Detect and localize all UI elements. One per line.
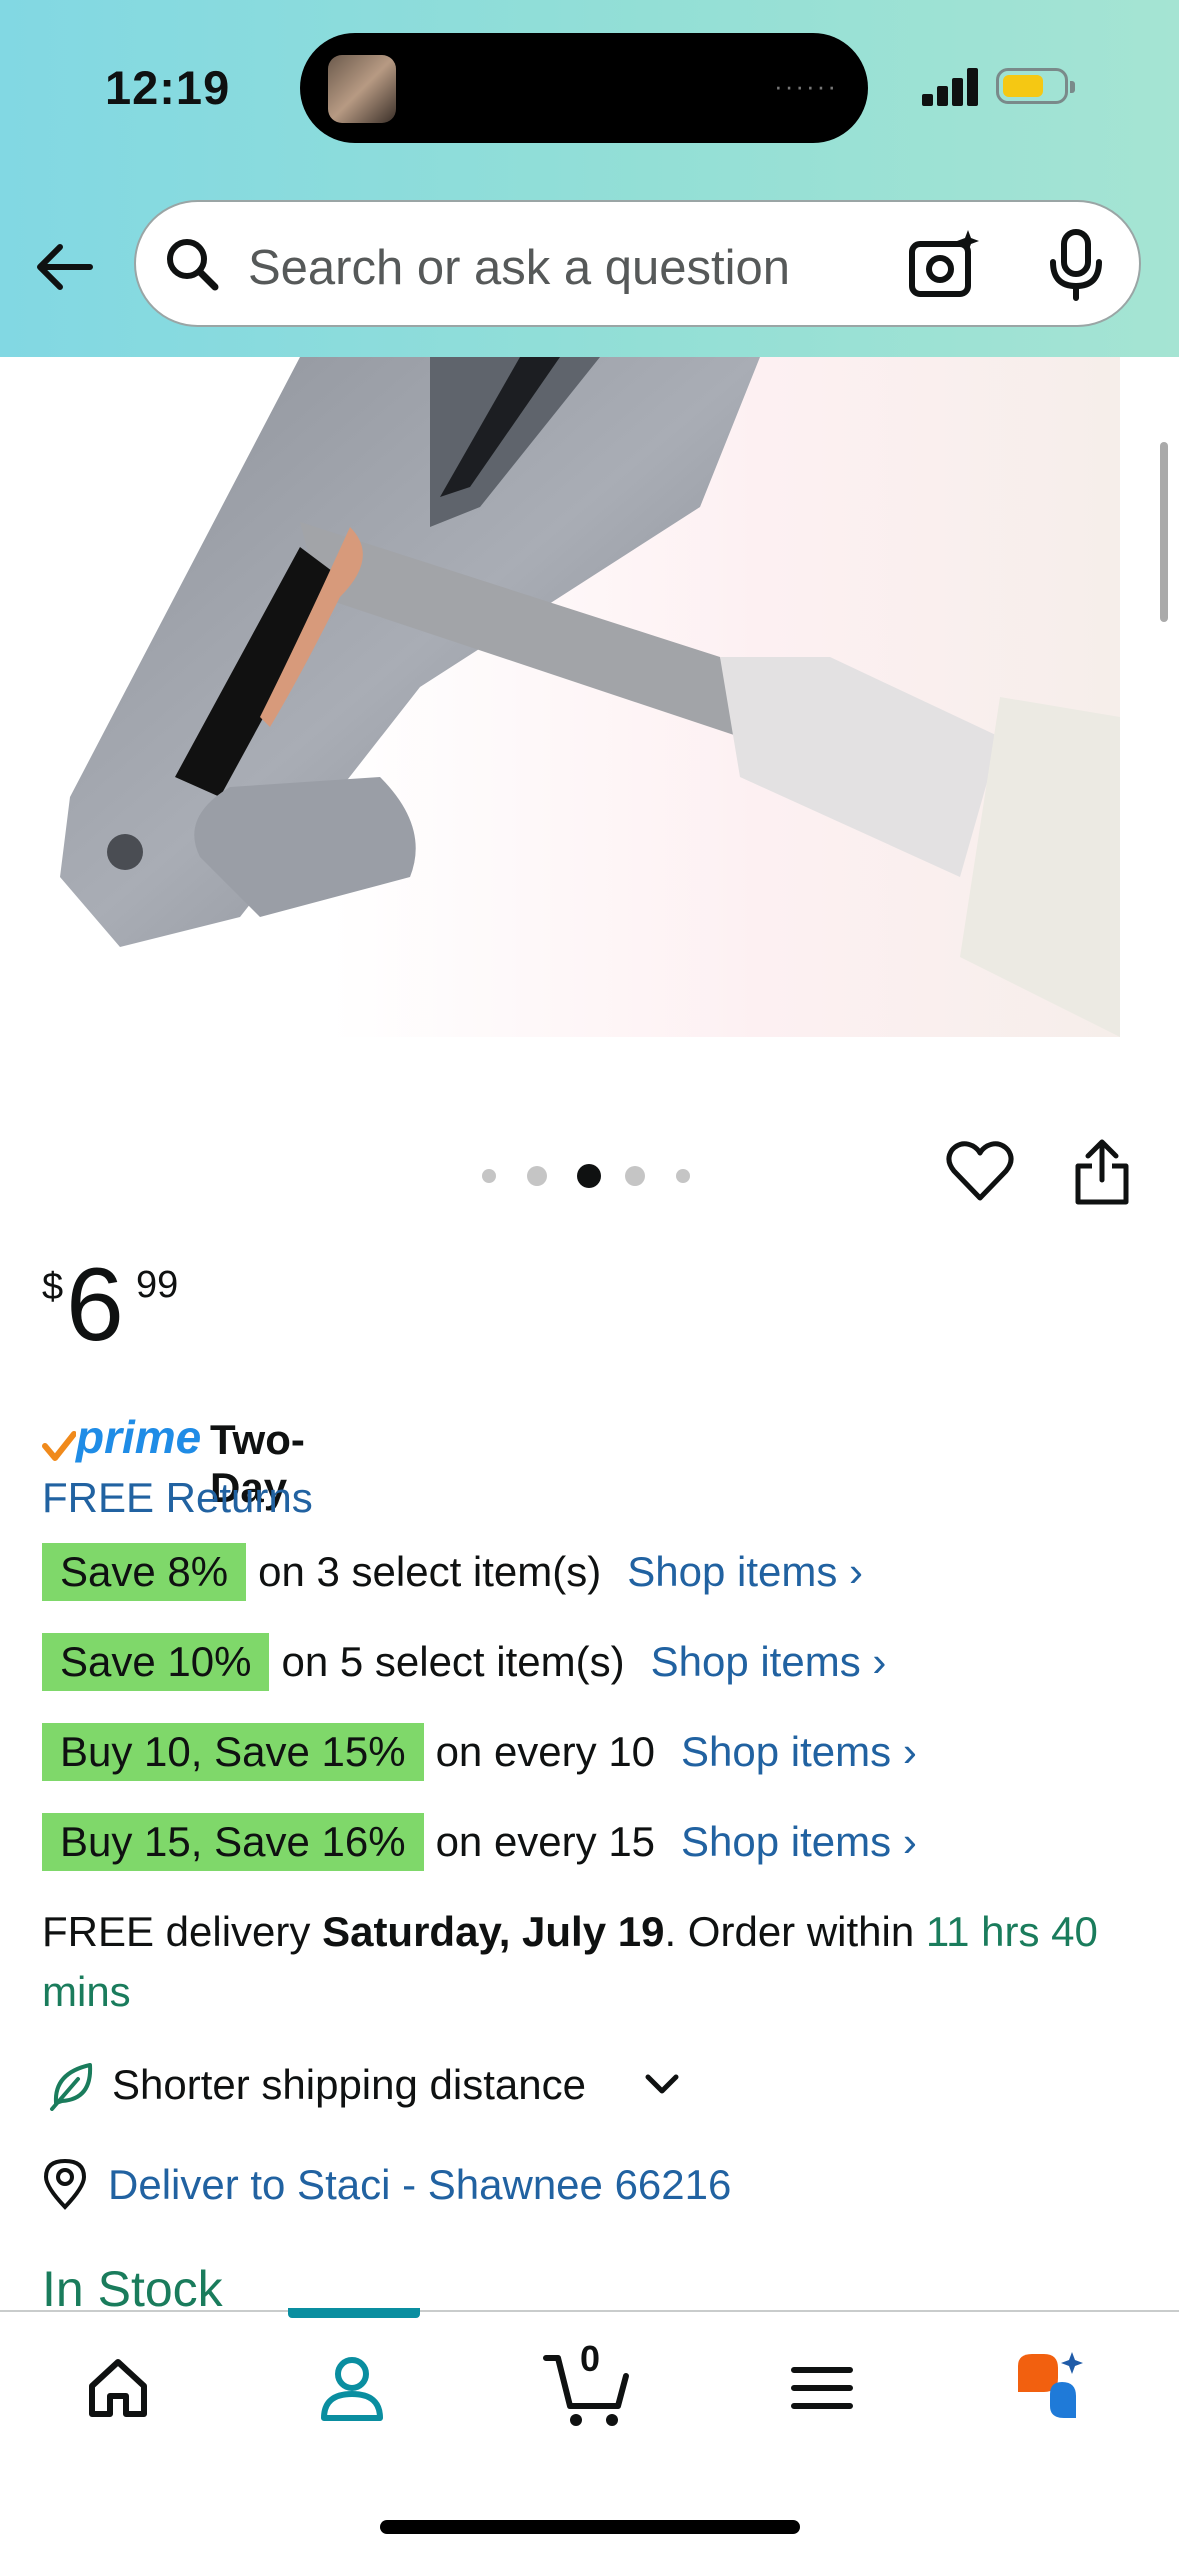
delivery-middle: . Order within [664, 1908, 926, 1955]
home-icon[interactable] [78, 2348, 158, 2428]
location-pin-icon [43, 2158, 87, 2210]
deal-row: Buy 15, Save 16% on every 15 Shop items › [42, 1813, 917, 1871]
deal-badge: Buy 15, Save 16% [42, 1813, 424, 1871]
pager-dot-active[interactable] [577, 1164, 601, 1188]
home-indicator[interactable] [380, 2520, 800, 2534]
deal-row: Save 10% on 5 select item(s) Shop items › [42, 1633, 886, 1691]
shipping-distance-label: Shorter shipping distance [112, 2061, 586, 2108]
price-currency: $ [42, 1266, 64, 1308]
delivery-date: Saturday, July 19 [322, 1908, 665, 1955]
deal-text: on every 10 [435, 1728, 656, 1775]
cellular-signal-icon [922, 68, 980, 106]
chevron-down-icon [645, 2074, 679, 2094]
heart-icon[interactable] [945, 1138, 1015, 1204]
free-returns-link[interactable]: FREE Returns [42, 1474, 313, 1522]
shop-items-link[interactable]: Shop items › [681, 1723, 917, 1781]
delivery-info: FREE delivery Saturday, July 19. Order w… [42, 1902, 1132, 2022]
stapler-remover-illustration [60, 357, 1120, 1037]
deliver-to-label: Deliver to Staci - Shawnee 66216 [108, 2161, 732, 2208]
deal-text: on 3 select item(s) [258, 1548, 602, 1595]
active-tab-indicator [288, 2308, 420, 2318]
deal-row: Save 8% on 3 select item(s) Shop items › [42, 1543, 863, 1601]
deal-text: on every 15 [435, 1818, 656, 1865]
search-bar[interactable]: Search or ask a question [134, 200, 1141, 327]
cart-button[interactable]: 0 [542, 2338, 642, 2428]
product-image[interactable] [0, 357, 1179, 1117]
price-fraction: 99 [136, 1264, 179, 1306]
shop-items-link[interactable]: Shop items › [627, 1543, 863, 1601]
bottom-tab-bar: 0 [0, 2308, 1179, 2558]
app-header: 12:19 ······ Search or ask a question [0, 0, 1179, 357]
deal-text: on 5 select item(s) [281, 1638, 625, 1685]
leaf-icon [50, 2063, 93, 2111]
prime-logo: prime [76, 1411, 202, 1463]
prime-check-icon [42, 1431, 76, 1461]
deal-badge: Save 8% [42, 1543, 247, 1601]
dynamic-island[interactable]: ······ [300, 33, 868, 143]
pager-dot[interactable] [625, 1166, 645, 1186]
microphone-icon[interactable] [1041, 228, 1111, 302]
deal-badge: Save 10% [42, 1633, 270, 1691]
menu-icon[interactable] [782, 2348, 862, 2428]
search-icon [167, 239, 219, 291]
battery-icon [996, 68, 1075, 104]
deal-badge: Buy 10, Save 15% [42, 1723, 424, 1781]
audio-wave-icon: ······ [774, 71, 838, 101]
share-icon[interactable] [1072, 1136, 1132, 1206]
status-time: 12:19 [105, 61, 231, 114]
camera-search-icon[interactable] [906, 226, 982, 302]
deal-row: Buy 10, Save 15% on every 10 Shop items › [42, 1723, 917, 1781]
back-arrow-icon[interactable] [30, 232, 100, 302]
cart-count: 0 [580, 2338, 601, 2379]
price-whole: 6 [66, 1247, 124, 1363]
pager-dot[interactable] [676, 1169, 690, 1183]
shop-items-link[interactable]: Shop items › [681, 1813, 917, 1871]
now-playing-artwork [328, 55, 396, 123]
search-input[interactable]: Search or ask a question [248, 240, 790, 296]
rufus-chat-icon[interactable] [1010, 2348, 1090, 2428]
delivery-prefix: FREE delivery [42, 1908, 323, 1955]
pager-dot[interactable] [482, 1169, 496, 1183]
scroll-indicator [1160, 442, 1168, 622]
shop-items-link[interactable]: Shop items › [651, 1633, 887, 1691]
person-icon[interactable] [312, 2348, 392, 2428]
pager-dot[interactable] [527, 1166, 547, 1186]
